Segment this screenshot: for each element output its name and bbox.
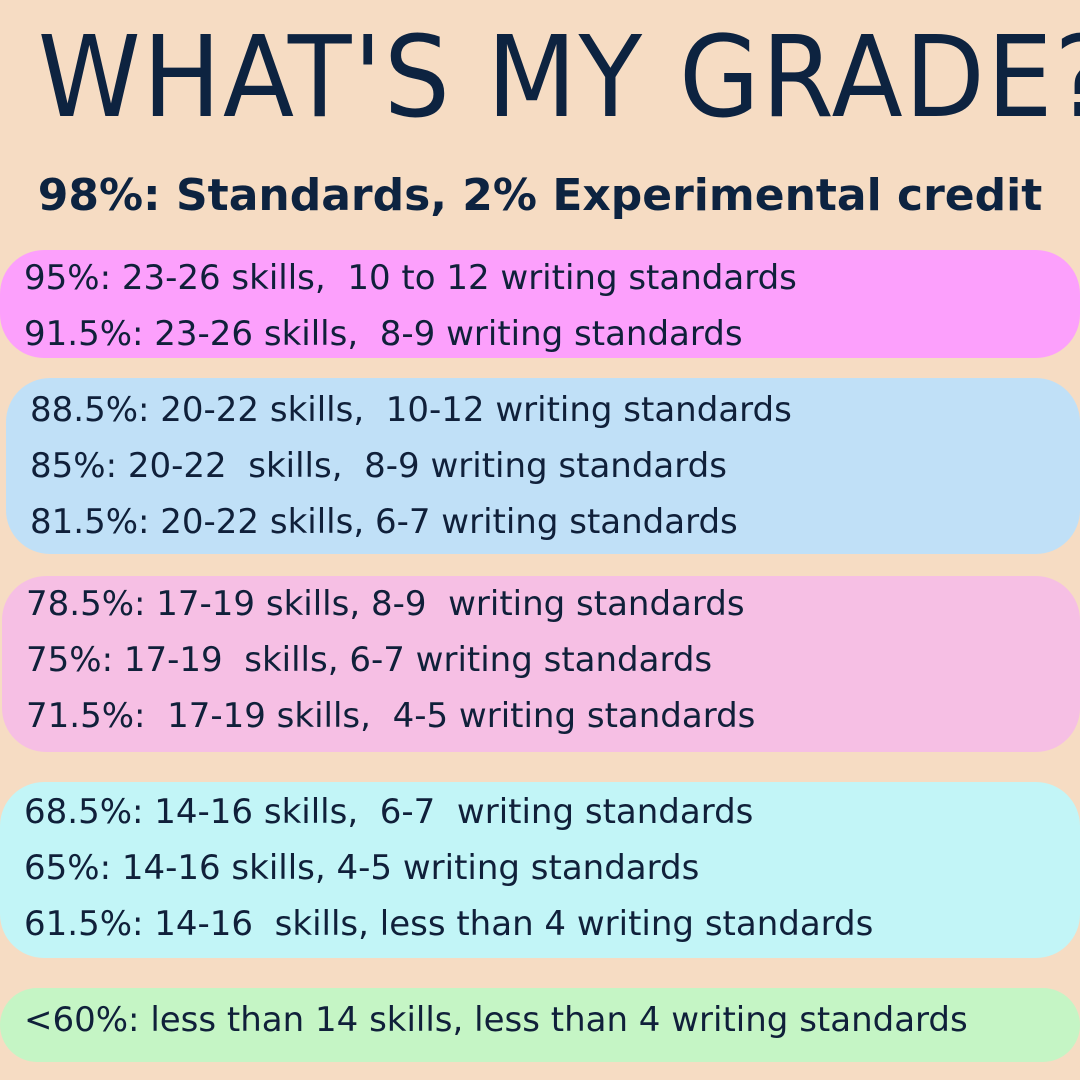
grade-row: 65%: 14-16 skills, 4-5 writing standards bbox=[24, 848, 700, 888]
grade-row: 88.5%: 20-22 skills, 10-12 writing stand… bbox=[30, 390, 792, 430]
grade-row: 75%: 17-19 skills, 6-7 writing standards bbox=[26, 640, 713, 680]
grade-row: 68.5%: 14-16 skills, 6-7 writing standar… bbox=[24, 792, 754, 832]
grade-row: <60%: less than 14 skills, less than 4 w… bbox=[24, 1000, 968, 1040]
grade-band-d: 68.5%: 14-16 skills, 6-7 writing standar… bbox=[0, 782, 1080, 958]
grade-row: 95%: 23-26 skills, 10 to 12 writing stan… bbox=[24, 258, 797, 298]
grade-band-f: <60%: less than 14 skills, less than 4 w… bbox=[0, 988, 1080, 1062]
page-title: WHAT'S MY GRADE? bbox=[37, 13, 1080, 143]
grade-row: 85%: 20-22 skills, 8-9 writing standards bbox=[30, 446, 727, 486]
grade-row: 71.5%: 17-19 skills, 4-5 writing standar… bbox=[26, 696, 756, 736]
grade-row: 61.5%: 14-16 skills, less than 4 writing… bbox=[24, 904, 874, 944]
page-subtitle: 98%: Standards, 2% Experimental credit bbox=[37, 170, 1043, 221]
grade-row: 81.5%: 20-22 skills, 6-7 writing standar… bbox=[30, 502, 738, 542]
grade-band-a: 95%: 23-26 skills, 10 to 12 writing stan… bbox=[0, 250, 1080, 358]
grade-band-b: 88.5%: 20-22 skills, 10-12 writing stand… bbox=[6, 378, 1080, 554]
grade-row: 91.5%: 23-26 skills, 8-9 writing standar… bbox=[24, 314, 743, 354]
grade-band-c: 78.5%: 17-19 skills, 8-9 writing standar… bbox=[2, 576, 1080, 752]
grade-row: 78.5%: 17-19 skills, 8-9 writing standar… bbox=[26, 584, 745, 624]
